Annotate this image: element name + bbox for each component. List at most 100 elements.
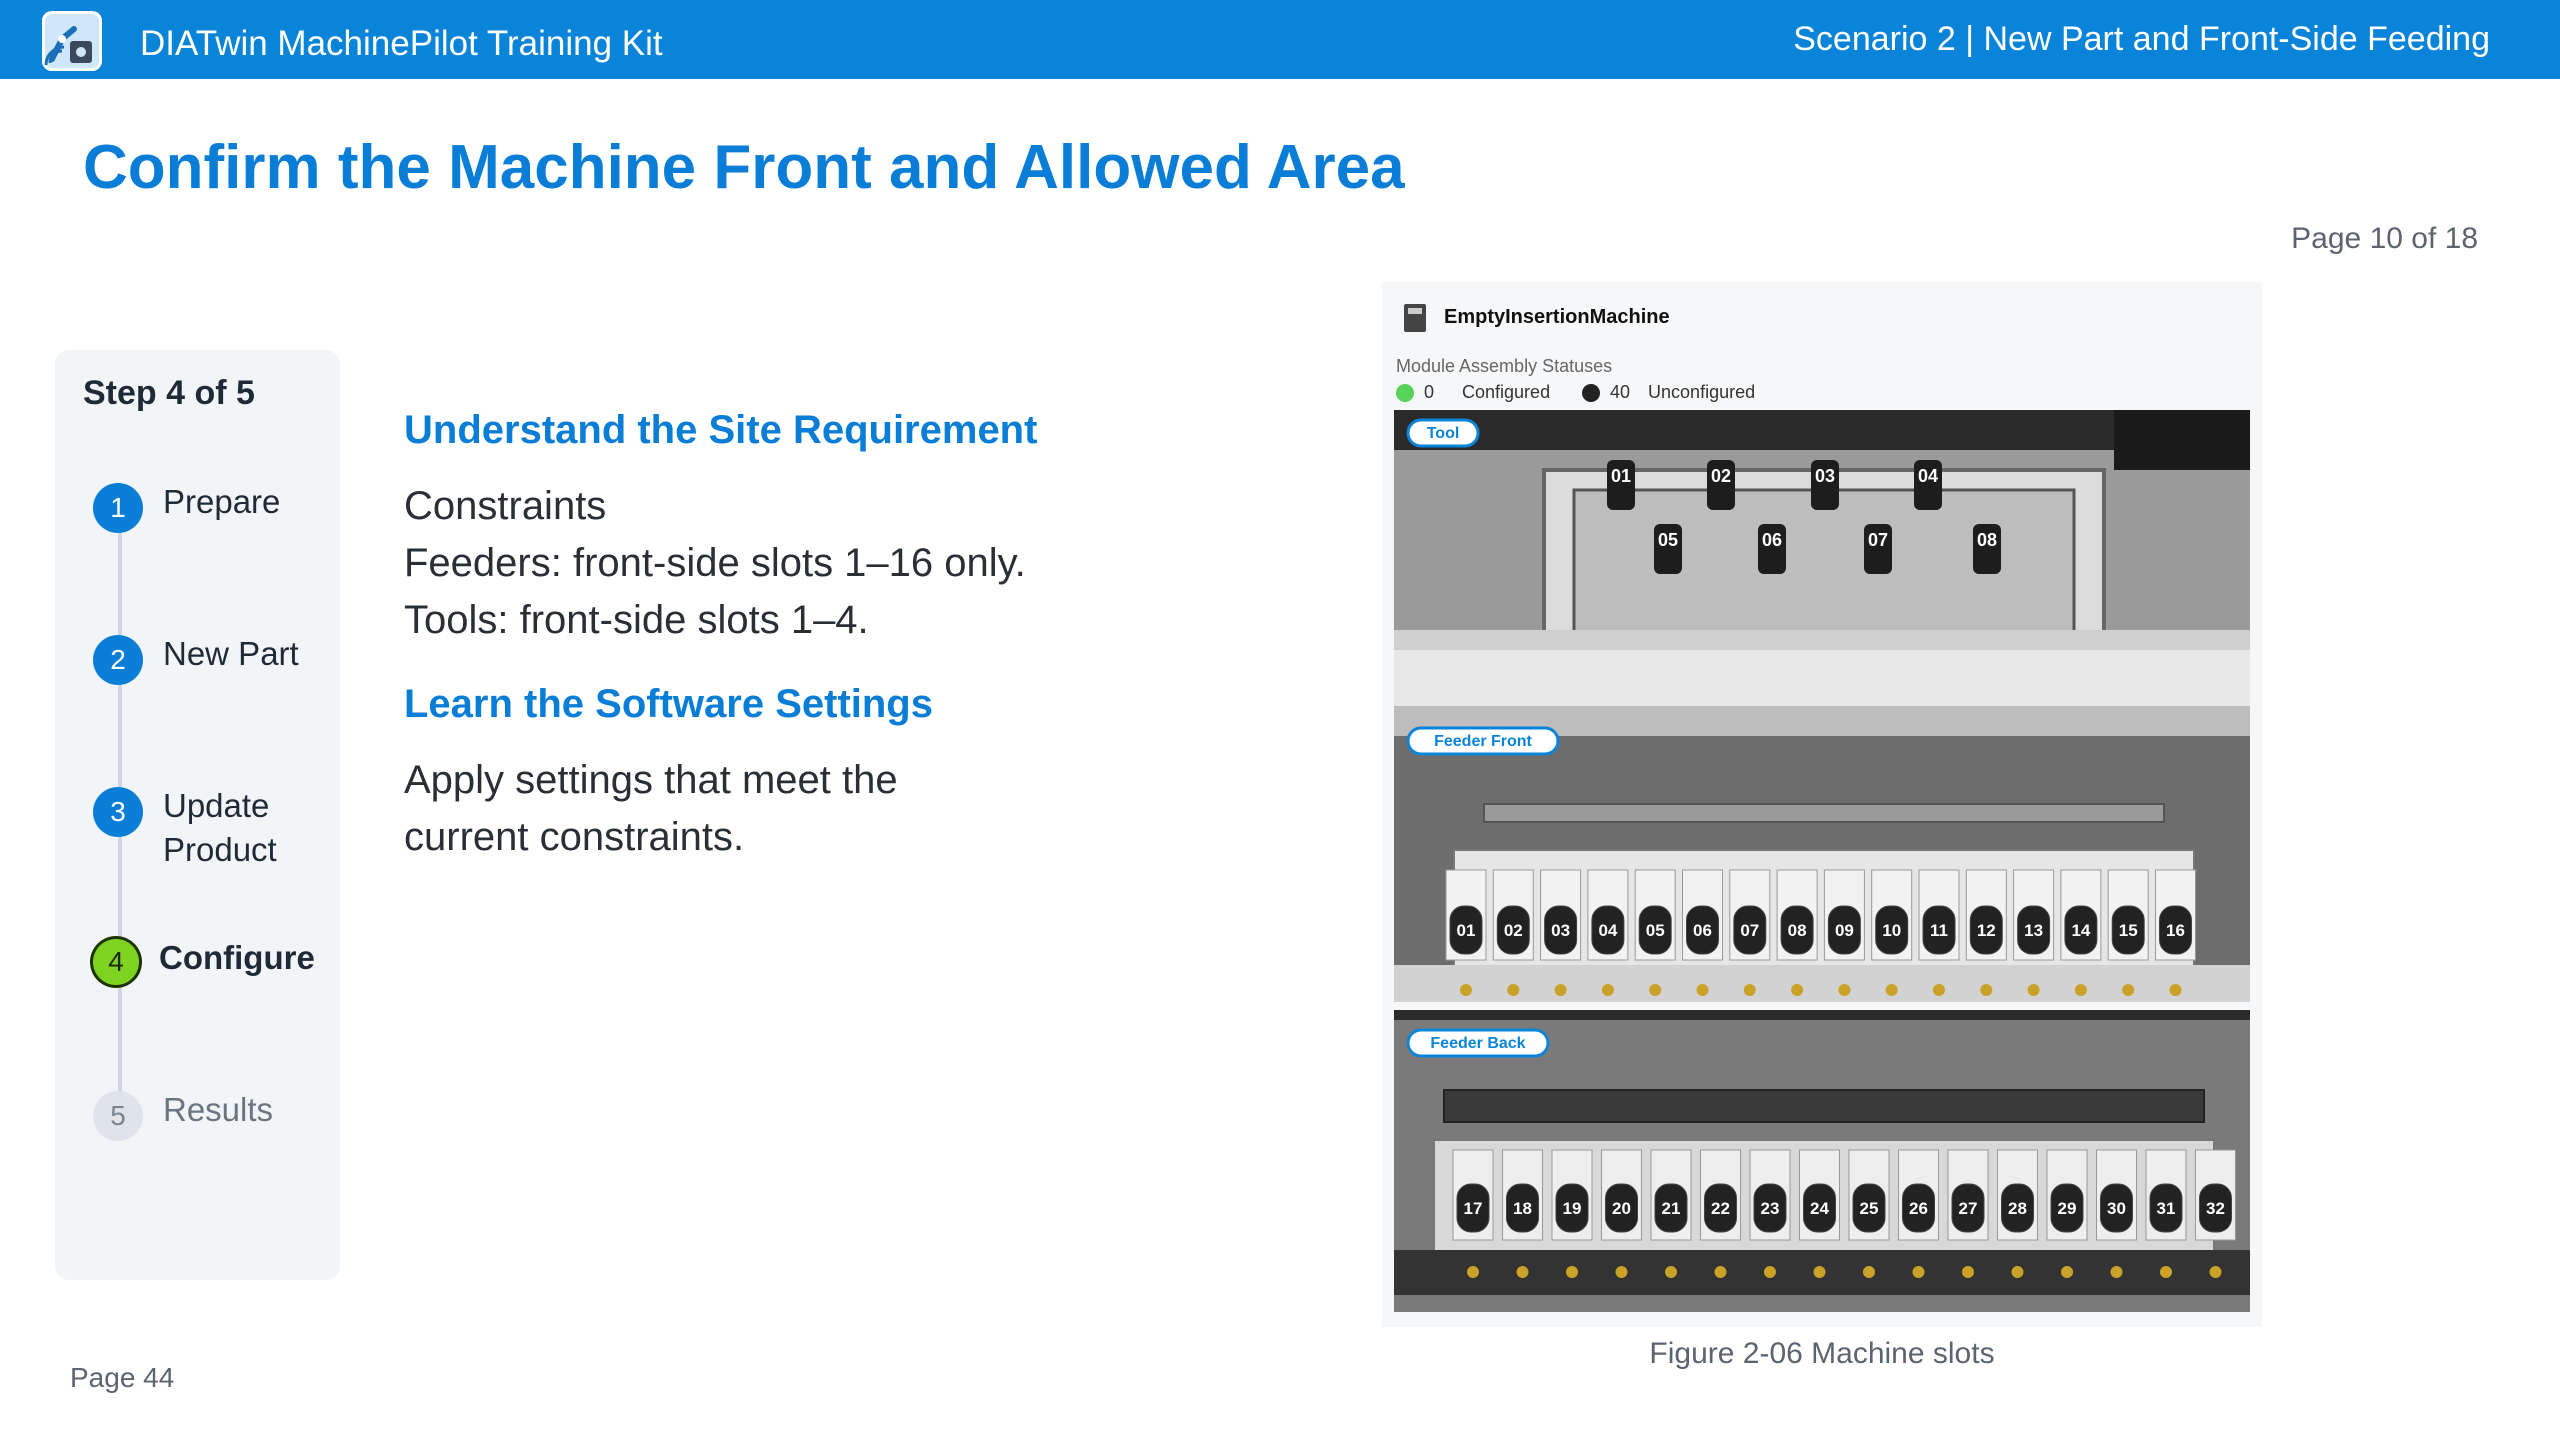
front-slot-08-label: 08 <box>1788 921 1807 940</box>
zone-tool-badge-text: Tool <box>1427 425 1460 442</box>
back-slot-25-label: 25 <box>1860 1199 1879 1218</box>
step-label: Prepare <box>163 483 281 520</box>
connector-icon <box>1460 984 1472 996</box>
back-slot-29-label: 29 <box>2058 1199 2077 1218</box>
step-label: New Part <box>163 635 299 672</box>
back-slot-23-label: 23 <box>1761 1199 1780 1218</box>
front-slot-09-label: 09 <box>1835 921 1854 940</box>
connector-icon <box>2110 1266 2123 1278</box>
connector-icon <box>1743 984 1756 996</box>
connector-icon <box>1912 1266 1925 1278</box>
step-label: Results <box>163 1091 274 1128</box>
connector-icon <box>1863 1266 1875 1278</box>
step-new-part[interactable]: 2 New Part <box>93 632 299 685</box>
connector-icon <box>2122 984 2135 996</box>
back-slot-17-label: 17 <box>1464 1199 1483 1218</box>
connector-icon <box>2169 984 2182 996</box>
connector-icon <box>2074 984 2087 996</box>
connector-icon <box>1962 1266 1974 1278</box>
configured-label: Configured <box>1462 382 1551 402</box>
connector-icon <box>1507 984 1520 996</box>
machine-icon <box>1404 304 1426 332</box>
front-slot-02-label: 02 <box>1504 921 1523 940</box>
tool-slot-01[interactable]: 01 <box>1611 466 1631 486</box>
figure-caption: Figure 2-06 Machine slots <box>1649 1337 1995 1370</box>
unconfigured-dot-icon <box>1582 383 1600 402</box>
connector-icon <box>1696 984 1709 996</box>
configured-dot-icon <box>1396 383 1414 402</box>
back-slot-30-label: 30 <box>2107 1199 2126 1218</box>
connector-icon <box>2209 1266 2222 1278</box>
unconfigured-label: Unconfigured <box>1648 382 1756 402</box>
back-slot-24-label: 24 <box>1810 1199 1829 1218</box>
settings-text: Apply settings that meet the current con… <box>404 752 898 866</box>
step-number: 2 <box>93 635 143 685</box>
page-number: Page 44 <box>70 1362 175 1393</box>
connector-icon <box>1601 984 1614 996</box>
front-slot-01-label: 01 <box>1457 921 1476 940</box>
configured-count: 0 <box>1424 382 1435 402</box>
front-slot-03-label: 03 <box>1551 921 1570 940</box>
machine-figure: EmptyInsertionMachine Module Assembly St… <box>1382 282 2262 1327</box>
front-slot-16-label: 16 <box>2166 921 2185 940</box>
tool-slot-07[interactable]: 07 <box>1868 530 1888 550</box>
header-bar: DIATwin MachinePilot Training Kit Scenar… <box>0 0 2560 79</box>
back-slot-26-label: 26 <box>1909 1199 1928 1218</box>
connector-icon <box>1791 984 1804 996</box>
step-configure[interactable]: 4 Configure <box>93 936 315 985</box>
page-title: Confirm the Machine Front and Allowed Ar… <box>83 133 1405 202</box>
constraints-heading: Constraints <box>404 484 607 528</box>
constraint-feeders: Feeders: front-side slots 1–16 only. <box>404 541 1026 585</box>
connector-icon <box>2027 984 2040 996</box>
unconfigured-count: 40 <box>1610 382 1631 402</box>
robot-arm-icon <box>42 11 102 71</box>
tool-slot-08[interactable]: 08 <box>1977 530 1997 550</box>
step-number: 5 <box>93 1091 143 1141</box>
step-number: 4 <box>93 939 139 985</box>
app-title: DIATwin MachinePilot Training Kit <box>140 24 663 63</box>
back-slot-18-label: 18 <box>1513 1199 1532 1218</box>
unconfigured-status: 40 Unconfigured <box>1582 382 1755 403</box>
back-slot-27-label: 27 <box>1959 1199 1978 1218</box>
scenario-title: Scenario 2 | New Part and Front-Side Fee… <box>1793 20 2490 58</box>
connector-icon <box>2061 1266 2073 1278</box>
back-slot-31-label: 31 <box>2157 1199 2176 1218</box>
section-heading-site-requirement: Understand the Site Requirement <box>404 408 1038 452</box>
steps-panel: Step 4 of 5 1 Prepare 2 New Part 3 Updat… <box>55 350 340 1280</box>
connector-icon <box>1980 984 1993 996</box>
front-slot-14-label: 14 <box>2071 921 2090 940</box>
settings-line: current constraints. <box>404 815 745 859</box>
front-slot-05-label: 05 <box>1646 921 1665 940</box>
back-slot-20-label: 20 <box>1612 1199 1631 1218</box>
tool-slot-02[interactable]: 02 <box>1711 466 1731 486</box>
connector-icon <box>1554 984 1567 996</box>
connector-icon <box>1764 1266 1776 1278</box>
front-slot-04-label: 04 <box>1598 921 1617 940</box>
back-slot-21-label: 21 <box>1662 1199 1681 1218</box>
step-update-product[interactable]: 3 Update Product <box>93 784 303 872</box>
step-results[interactable]: 5 Results <box>93 1088 273 1141</box>
connector-icon <box>1566 1266 1578 1278</box>
step-label: Update Product <box>163 787 277 868</box>
front-slot-10-label: 10 <box>1882 921 1901 940</box>
tool-slot-05[interactable]: 05 <box>1658 530 1678 550</box>
step-prepare[interactable]: 1 Prepare <box>93 480 280 533</box>
tool-slot-04[interactable]: 04 <box>1918 466 1938 486</box>
constraints-block: Constraints Feeders: front-side slots 1–… <box>404 478 1026 649</box>
step-counter: Step 4 of 5 <box>83 374 255 412</box>
front-slot-13-label: 13 <box>2024 921 2043 940</box>
back-slot-22-label: 22 <box>1711 1199 1730 1218</box>
settings-line: Apply settings that meet the <box>404 758 898 802</box>
connector-icon <box>1838 984 1851 996</box>
connector-icon <box>1516 1266 1529 1278</box>
connector-icon <box>1933 984 1945 996</box>
step-number: 3 <box>93 787 143 837</box>
tool-slot-06[interactable]: 06 <box>1762 530 1782 550</box>
front-slot-06-label: 06 <box>1693 921 1712 940</box>
connector-icon <box>1885 984 1898 996</box>
connector-icon <box>1665 1266 1677 1278</box>
back-slot-32-label: 32 <box>2206 1199 2225 1218</box>
front-slot-15-label: 15 <box>2119 921 2138 940</box>
tool-slot-03[interactable]: 03 <box>1815 466 1835 486</box>
back-slot-28-label: 28 <box>2008 1199 2027 1218</box>
